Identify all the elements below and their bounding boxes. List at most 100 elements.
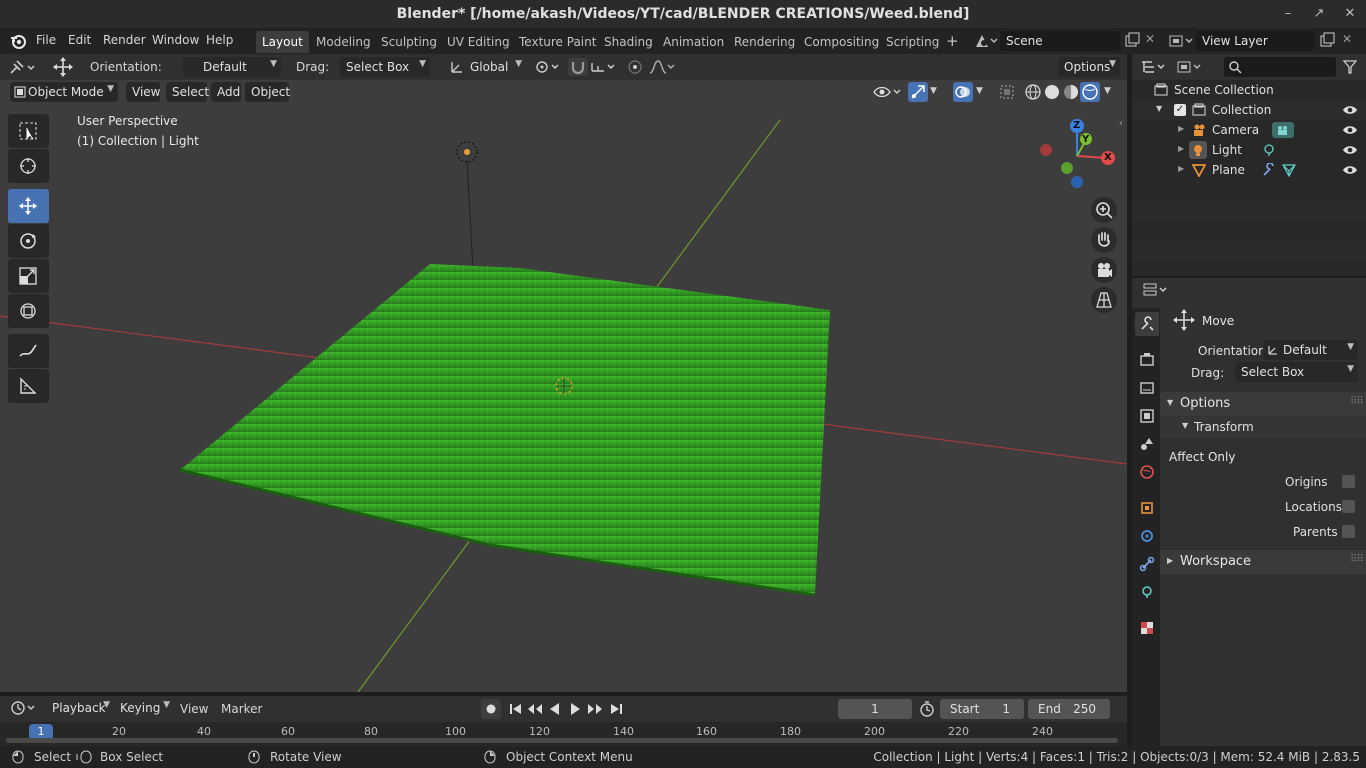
options-panel-header[interactable]: ▼ Options ⠿⠿ xyxy=(1160,392,1366,416)
record-button[interactable] xyxy=(481,699,501,719)
scene-selector-icon[interactable] xyxy=(974,33,998,49)
scene-name-field[interactable]: Scene xyxy=(1000,31,1120,51)
tab-modeling[interactable]: Modeling xyxy=(310,31,377,53)
timeline-scrollbar[interactable] xyxy=(6,738,1118,743)
outliner-row-plane[interactable]: ▶ Plane xyxy=(1132,160,1366,180)
editor-type-icon[interactable] xyxy=(8,58,38,76)
transform-subpanel-header[interactable]: ▼ Transform xyxy=(1160,416,1366,438)
tab-uv-editing[interactable]: UV Editing xyxy=(441,31,516,53)
menu-object[interactable]: Object xyxy=(245,82,290,102)
stopwatch-icon[interactable] xyxy=(918,700,936,718)
outliner-row-scene-collection[interactable]: Scene Collection xyxy=(1132,80,1366,100)
prop-drag-dropdown[interactable]: Select Box ▼ xyxy=(1235,362,1358,382)
modifier-wrench-icon[interactable] xyxy=(1262,163,1276,177)
tab-view-layer-icon[interactable] xyxy=(1135,404,1159,428)
tab-output-icon[interactable] xyxy=(1135,376,1159,400)
rotate-tool[interactable] xyxy=(8,224,49,258)
tab-compositing[interactable]: Compositing xyxy=(798,31,885,53)
light-data-icon[interactable] xyxy=(1262,143,1276,157)
delete-view-layer-icon[interactable]: ✕ xyxy=(1342,32,1352,46)
minimize-button[interactable]: – xyxy=(1280,6,1296,21)
delete-scene-icon[interactable]: ✕ xyxy=(1145,32,1155,46)
annotate-tool[interactable] xyxy=(8,334,49,368)
menu-view[interactable]: View xyxy=(126,82,160,102)
tab-texture-paint[interactable]: Texture Paint xyxy=(513,31,602,53)
origins-checkbox[interactable] xyxy=(1342,475,1355,488)
workspace-panel-header[interactable]: ▶ Workspace ⠿⠿ xyxy=(1160,550,1366,574)
outliner-search-input[interactable] xyxy=(1224,57,1336,77)
next-keyframe-icon[interactable] xyxy=(585,699,605,719)
tab-scene-icon[interactable] xyxy=(1135,432,1159,456)
mode-dropdown[interactable]: Object Mode ▼ xyxy=(10,82,118,102)
falloff-icon[interactable] xyxy=(648,59,678,75)
gizmo-toggle-icon[interactable] xyxy=(908,82,928,102)
view-layer-icon[interactable] xyxy=(1168,33,1194,49)
xray-toggle-icon[interactable] xyxy=(998,83,1016,101)
maximize-button[interactable]: ↗ xyxy=(1311,6,1327,21)
menu-edit[interactable]: Edit xyxy=(68,33,91,47)
gizmo-dropdown-icon[interactable]: ▼ xyxy=(930,86,937,96)
parents-checkbox[interactable] xyxy=(1342,525,1355,538)
jump-end-icon[interactable] xyxy=(606,699,626,719)
properties-editor-type-icon[interactable] xyxy=(1142,282,1172,298)
scale-tool[interactable] xyxy=(8,259,49,293)
camera-data-icon[interactable] xyxy=(1272,122,1294,138)
eye-icon[interactable] xyxy=(1342,124,1358,136)
orientation-dropdown[interactable]: Default ▼ xyxy=(183,57,281,77)
outliner-row-collection[interactable]: ▼ ✓ Collection xyxy=(1132,100,1366,120)
tab-texture-icon[interactable] xyxy=(1135,616,1159,640)
menu-window[interactable]: Window xyxy=(152,33,199,47)
view-layer-field[interactable]: View Layer xyxy=(1196,31,1314,51)
add-workspace-button[interactable]: + xyxy=(940,31,965,53)
eye-icon[interactable] xyxy=(1342,104,1358,116)
tab-physics-icon[interactable] xyxy=(1135,524,1159,548)
pivot-point-icon[interactable] xyxy=(534,59,564,75)
transform-tool[interactable] xyxy=(8,294,49,328)
snap-toggle-icon[interactable] xyxy=(568,58,588,76)
tab-world-icon[interactable] xyxy=(1135,460,1159,484)
tab-rendering[interactable]: Rendering xyxy=(728,31,801,53)
light-object-icon[interactable] xyxy=(455,140,479,164)
menu-keying[interactable]: Keying ▼ xyxy=(114,698,174,718)
end-frame-field[interactable]: End 250 xyxy=(1028,699,1110,719)
ortho-toggle-button[interactable] xyxy=(1091,287,1117,313)
expand-light-icon[interactable]: ▶ xyxy=(1178,144,1184,153)
menu-playback[interactable]: Playback ▼ xyxy=(46,698,114,718)
camera-view-button[interactable] xyxy=(1091,257,1117,283)
snap-target-icon[interactable] xyxy=(590,59,620,75)
transform-orientation-dropdown[interactable]: Global ▼ xyxy=(446,57,526,77)
pan-button[interactable] xyxy=(1091,227,1117,253)
locations-checkbox[interactable] xyxy=(1342,500,1355,513)
jump-start-icon[interactable] xyxy=(506,699,526,719)
collection-checkbox-icon[interactable]: ✓ xyxy=(1174,104,1186,116)
tab-object-data-icon[interactable] xyxy=(1135,580,1159,604)
menu-file[interactable]: File xyxy=(36,33,56,47)
tab-render-icon[interactable] xyxy=(1135,348,1159,372)
menu-select[interactable]: Select xyxy=(166,82,209,102)
expand-camera-icon[interactable]: ▶ xyxy=(1178,124,1184,133)
drag-handle-icon[interactable]: ⠿⠿ xyxy=(1350,396,1364,407)
outliner-editor-type-icon[interactable] xyxy=(1140,59,1170,75)
zoom-button[interactable] xyxy=(1091,197,1117,223)
new-view-layer-icon[interactable] xyxy=(1319,32,1335,48)
measure-tool[interactable] xyxy=(8,369,49,403)
play-icon[interactable] xyxy=(565,699,585,719)
play-reverse-icon[interactable] xyxy=(545,699,565,719)
close-window-button[interactable]: ✕ xyxy=(1342,6,1358,21)
menu-help[interactable]: Help xyxy=(206,33,233,47)
options-dropdown[interactable]: Options ▼ xyxy=(1058,57,1120,77)
menu-add[interactable]: Add xyxy=(211,82,241,102)
viewport-canvas[interactable] xyxy=(0,80,1127,692)
drag-handle-icon[interactable]: ⠿⠿ xyxy=(1350,554,1364,565)
start-frame-field[interactable]: Start 1 xyxy=(940,699,1024,719)
cursor-tool[interactable] xyxy=(8,149,49,183)
shading-dropdown-icon[interactable]: ▼ xyxy=(1104,86,1111,96)
prop-orientation-dropdown[interactable]: Default ▼ xyxy=(1263,340,1358,360)
tab-scripting[interactable]: Scripting xyxy=(880,31,945,53)
tab-tool-icon[interactable] xyxy=(1135,312,1159,336)
move-tool-icon[interactable] xyxy=(52,56,74,78)
filter-icon[interactable] xyxy=(1342,59,1358,75)
outliner-row-light[interactable]: ▶ Light xyxy=(1132,140,1366,160)
3d-viewport[interactable]: User Perspective (1) Collection | Light … xyxy=(0,80,1127,692)
visibility-icon[interactable] xyxy=(872,83,904,101)
